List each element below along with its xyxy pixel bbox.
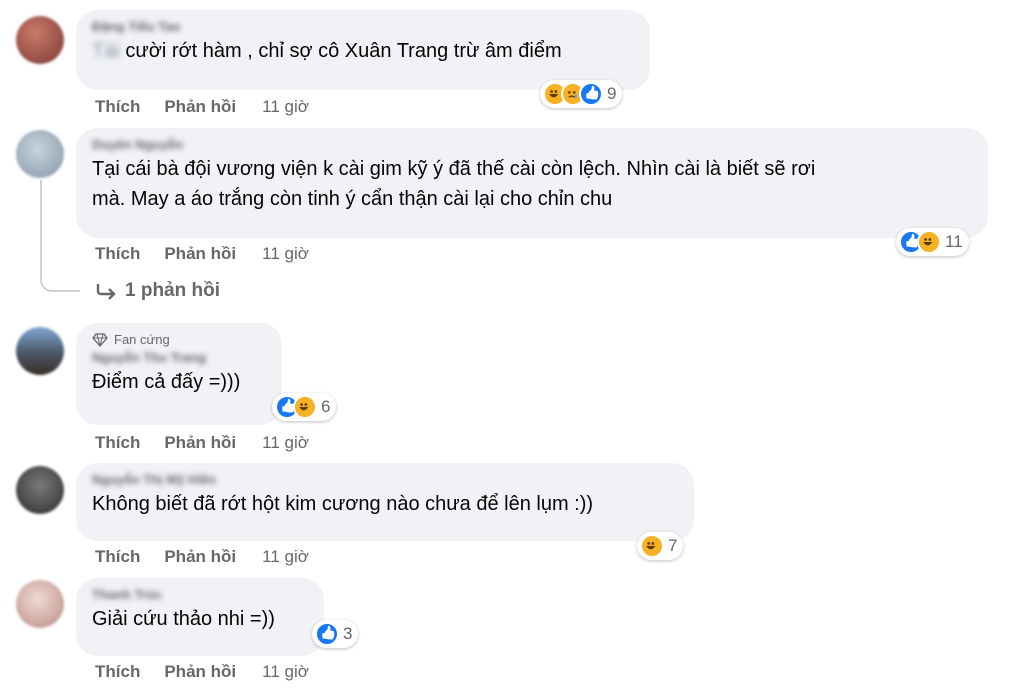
haha-reaction-icon <box>917 230 941 254</box>
comment-text: Giải cứu thảo nhi =)) <box>92 608 275 630</box>
author-name[interactable]: Nguyễn Thu Trang <box>92 349 266 367</box>
reaction-summary[interactable]: 9 <box>540 80 623 108</box>
like-reaction-icon <box>315 622 339 646</box>
avatar[interactable] <box>16 466 64 514</box>
reply-button[interactable]: Phản hồi <box>164 433 236 453</box>
reply-button[interactable]: Phản hồi <box>164 97 236 117</box>
comment-actions: Thích Phản hồi 11 giờ <box>95 546 309 568</box>
reply-thread-line <box>40 180 80 292</box>
reply-button[interactable]: Phản hồi <box>164 547 236 567</box>
comment-actions: Thích Phản hồi 11 giờ <box>95 661 309 683</box>
timestamp[interactable]: 11 giờ <box>262 547 309 567</box>
author-name[interactable]: Thanh Trúc <box>92 586 308 604</box>
comment-bubble: Nguyễn Thị Mỹ Hiền Không biết đã rớt hột… <box>76 463 694 541</box>
reaction-summary[interactable]: 6 <box>272 393 337 421</box>
reaction-count: 11 <box>945 232 963 251</box>
author-name[interactable]: Nguyễn Thị Mỹ Hiền <box>92 471 678 489</box>
author-name[interactable]: Đặng Tiểu Tao <box>92 18 634 36</box>
avatar[interactable] <box>16 16 64 64</box>
avatar[interactable] <box>16 327 64 375</box>
comment-actions: Thích Phản hồi 11 giờ <box>95 432 309 454</box>
comment-actions: Thích Phản hồi 11 giờ <box>95 243 309 265</box>
timestamp[interactable]: 11 giờ <box>262 662 309 682</box>
like-button[interactable]: Thích <box>95 433 140 453</box>
haha-reaction-icon <box>293 395 317 419</box>
comment-text-body: cười rớt hàm , chỉ sợ cô Xuân Trang trừ … <box>125 40 562 62</box>
comment-actions: Thích Phản hồi 11 giờ <box>95 96 309 118</box>
reaction-count: 9 <box>607 84 617 103</box>
like-button[interactable]: Thích <box>95 244 140 264</box>
like-button[interactable]: Thích <box>95 97 140 117</box>
author-name[interactable]: Duyên Nguyễn <box>92 136 972 154</box>
reaction-count: 7 <box>668 536 678 555</box>
comment-bubble: Thanh Trúc Giải cứu thảo nhi =)) <box>76 578 324 656</box>
replies-count-label: 1 phản hồi <box>125 280 220 301</box>
timestamp[interactable]: 11 giờ <box>262 433 309 453</box>
diamond-icon <box>92 333 108 347</box>
tagged-name[interactable]: Tài <box>92 36 120 66</box>
view-replies-link[interactable]: 1 phản hồi <box>95 280 220 302</box>
like-button[interactable]: Thích <box>95 662 140 682</box>
like-reaction-icon <box>579 82 603 106</box>
reaction-summary[interactable]: 7 <box>637 532 684 560</box>
comment-bubble: Fan cứng Nguyễn Thu Trang Điểm cả đấy =)… <box>76 323 282 425</box>
reaction-summary[interactable]: 11 <box>896 228 969 256</box>
reply-button[interactable]: Phản hồi <box>164 662 236 682</box>
reaction-count: 3 <box>343 624 353 643</box>
fan-badge: Fan cứng <box>92 331 266 349</box>
avatar[interactable] <box>16 580 64 628</box>
timestamp[interactable]: 11 giờ <box>262 97 309 117</box>
like-button[interactable]: Thích <box>95 547 140 567</box>
reply-button[interactable]: Phản hồi <box>164 244 236 264</box>
comment-text: Không biết đã rớt hột kim cương nào chưa… <box>92 493 594 515</box>
comment-bubble: Duyên Nguyễn Tại cái bà đội vương viện k… <box>76 128 988 238</box>
avatar[interactable] <box>16 130 64 178</box>
reaction-count: 6 <box>321 397 331 416</box>
comment-text: Điểm cả đấy =))) <box>92 371 241 393</box>
haha-reaction-icon <box>640 534 664 558</box>
reaction-summary[interactable]: 3 <box>312 620 359 648</box>
comment-text: Tại cái bà đội vương viện k cài gim kỹ ý… <box>92 158 816 210</box>
timestamp[interactable]: 11 giờ <box>262 244 309 264</box>
comment-text: Tài cười rớt hàm , chỉ sợ cô Xuân Trang … <box>92 36 634 66</box>
reply-arrow-icon <box>96 284 116 300</box>
badge-label: Fan cứng <box>114 332 170 347</box>
comment-bubble: Đặng Tiểu Tao Tài cười rớt hàm , chỉ sợ … <box>76 10 650 90</box>
